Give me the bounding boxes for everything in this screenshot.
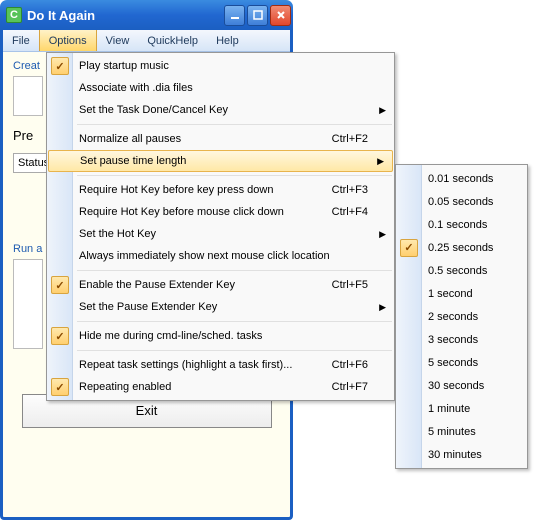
menu-item[interactable]: Set the Pause Extender Key ▶	[47, 296, 394, 318]
menu-item-label: Set the Hot Key	[79, 228, 156, 240]
submenu-item[interactable]: 0.25 seconds	[396, 236, 527, 259]
submenu-arrow-icon: ▶	[379, 302, 386, 313]
menu-item-label: Associate with .dia files	[79, 82, 193, 94]
submenu-item[interactable]: 5 seconds	[396, 351, 527, 374]
submenu-item-label: 30 seconds	[428, 380, 484, 392]
submenu-item[interactable]: 3 seconds	[396, 328, 527, 351]
submenu-item-label: 0.25 seconds	[428, 242, 493, 254]
menu-shortcut: Ctrl+F7	[332, 381, 368, 393]
menu-separator	[77, 124, 392, 125]
submenu-arrow-icon: ▶	[377, 156, 384, 167]
check-icon	[51, 57, 69, 75]
menu-item[interactable]: Require Hot Key before key press down Ctr…	[47, 179, 394, 201]
menu-item[interactable]: Set pause time length ▶	[48, 150, 393, 172]
submenu-item-label: 0.1 seconds	[428, 219, 487, 231]
minimize-button[interactable]	[224, 5, 245, 26]
menu-item[interactable]: Repeat task settings (highlight a task f…	[47, 354, 394, 376]
submenu-arrow-icon: ▶	[379, 105, 386, 116]
menu-shortcut: Ctrl+F3	[332, 184, 368, 196]
submenu-item[interactable]: 0.05 seconds	[396, 190, 527, 213]
menu-item-label: Play startup music	[79, 60, 169, 72]
menu-item-label: Repeat task settings (highlight a task f…	[79, 359, 292, 371]
submenu-item-label: 5 seconds	[428, 357, 478, 369]
menu-item-label: Enable the Pause Extender Key	[79, 279, 235, 291]
menu-item[interactable]: Enable the Pause Extender Key Ctrl+F5	[47, 274, 394, 296]
submenu-item[interactable]: 30 seconds	[396, 374, 527, 397]
menu-shortcut: Ctrl+F2	[332, 133, 368, 145]
check-icon	[51, 378, 69, 396]
menu-item-label: Always immediately show next mouse click…	[79, 250, 330, 262]
submenu-item-label: 1 second	[428, 288, 473, 300]
maximize-button[interactable]	[247, 5, 268, 26]
close-button[interactable]	[270, 5, 291, 26]
check-icon	[51, 276, 69, 294]
menu-item[interactable]: Set the Hot Key ▶	[47, 223, 394, 245]
submenu-item-label: 3 seconds	[428, 334, 478, 346]
menu-file[interactable]: File	[3, 30, 39, 51]
submenu-item-label: 0.05 seconds	[428, 196, 493, 208]
app-icon: C	[6, 7, 22, 23]
menu-shortcut: Ctrl+F5	[332, 279, 368, 291]
submenu-item-label: 1 minute	[428, 403, 470, 415]
menu-item[interactable]: Always immediately show next mouse click…	[47, 245, 394, 267]
submenu-item[interactable]: 0.01 seconds	[396, 167, 527, 190]
menu-separator	[77, 321, 392, 322]
pause-time-submenu: 0.01 seconds 0.05 seconds 0.1 seconds 0.25 …	[395, 164, 528, 469]
menu-item[interactable]: Set the Task Done/Cancel Key ▶	[47, 99, 394, 121]
menu-separator	[77, 350, 392, 351]
menu-item-label: Set the Pause Extender Key	[79, 301, 217, 313]
menu-item-label: Require Hot Key before key press down	[79, 184, 273, 196]
menu-separator	[77, 270, 392, 271]
menu-item-label: Require Hot Key before mouse click down	[79, 206, 284, 218]
menu-shortcut: Ctrl+F4	[332, 206, 368, 218]
submenu-item-label: 2 seconds	[428, 311, 478, 323]
submenu-item[interactable]: 1 minute	[396, 397, 527, 420]
menu-item-label: Set pause time length	[80, 155, 186, 167]
menu-item[interactable]: Require Hot Key before mouse click down C…	[47, 201, 394, 223]
menu-item[interactable]: Associate with .dia files	[47, 77, 394, 99]
menu-bar: File Options View QuickHelp Help	[3, 30, 290, 52]
menu-view[interactable]: View	[97, 30, 139, 51]
submenu-item[interactable]: 30 minutes	[396, 443, 527, 466]
menu-item[interactable]: Normalize all pauses Ctrl+F2	[47, 128, 394, 150]
check-icon	[51, 327, 69, 345]
menu-quickhelp[interactable]: QuickHelp	[138, 30, 207, 51]
submenu-item[interactable]: 2 seconds	[396, 305, 527, 328]
title-bar: C Do It Again	[0, 0, 293, 30]
submenu-item[interactable]: 5 minutes	[396, 420, 527, 443]
menu-item-label: Hide me during cmd-line/sched. tasks	[79, 330, 262, 342]
submenu-item-label: 30 minutes	[428, 449, 482, 461]
menu-item[interactable]: Repeating enabled Ctrl+F7	[47, 376, 394, 398]
menu-help[interactable]: Help	[207, 30, 248, 51]
submenu-item-label: 0.01 seconds	[428, 173, 493, 185]
submenu-item[interactable]: 1 second	[396, 282, 527, 305]
window-title: Do It Again	[27, 8, 224, 23]
submenu-arrow-icon: ▶	[379, 229, 386, 240]
options-menu: Play startup music Associate with .dia fi…	[46, 52, 395, 401]
menu-item-label: Normalize all pauses	[79, 133, 181, 145]
partial-box-2	[13, 259, 43, 349]
submenu-item-label: 5 minutes	[428, 426, 476, 438]
submenu-item[interactable]: 0.1 seconds	[396, 213, 527, 236]
window-controls	[224, 5, 291, 26]
submenu-item-label: 0.5 seconds	[428, 265, 487, 277]
menu-item-label: Repeating enabled	[79, 381, 171, 393]
menu-item[interactable]: Hide me during cmd-line/sched. tasks	[47, 325, 394, 347]
menu-separator	[77, 175, 392, 176]
menu-shortcut: Ctrl+F6	[332, 359, 368, 371]
menu-options[interactable]: Options	[39, 30, 97, 51]
menu-item-label: Set the Task Done/Cancel Key	[79, 104, 228, 116]
submenu-item[interactable]: 0.5 seconds	[396, 259, 527, 282]
check-icon	[400, 239, 418, 257]
menu-item[interactable]: Play startup music	[47, 55, 394, 77]
partial-box-1	[13, 76, 43, 116]
